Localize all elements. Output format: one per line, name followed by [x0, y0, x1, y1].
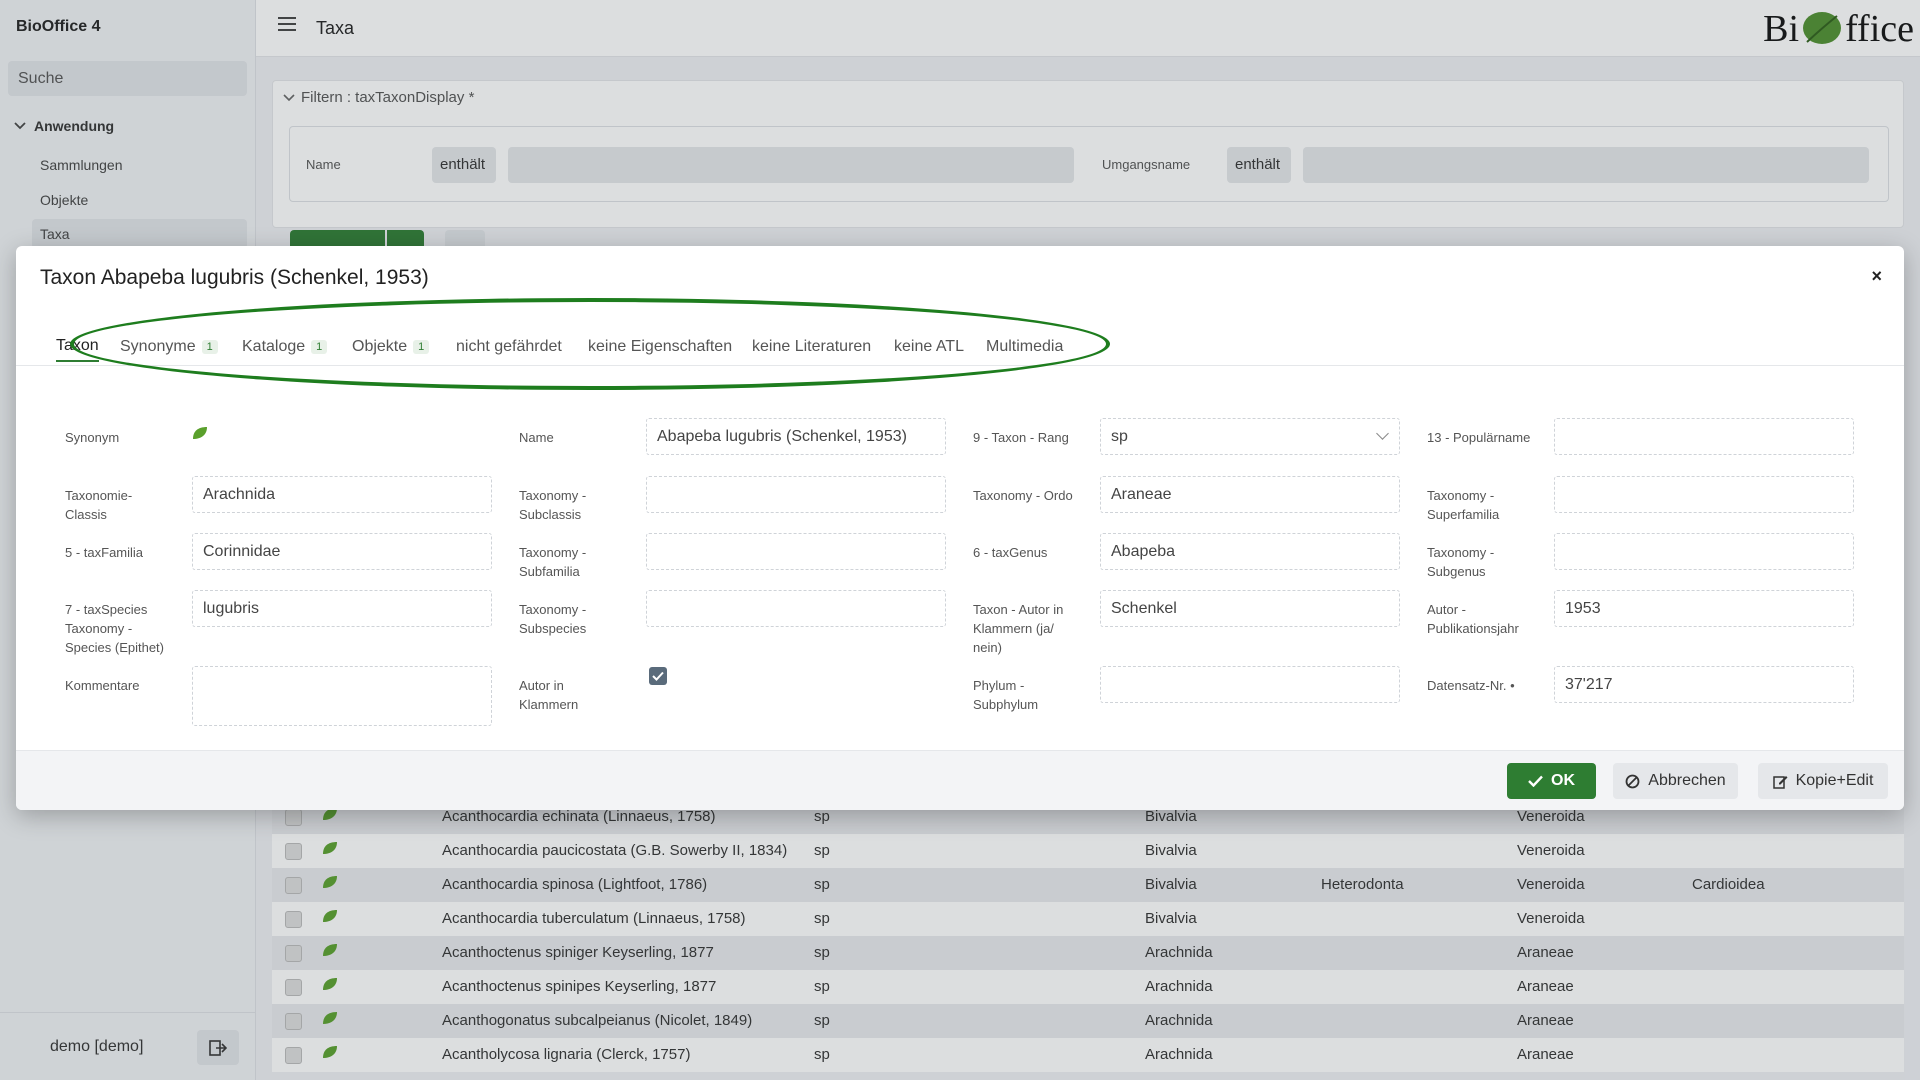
ok-button[interactable]: OK	[1507, 763, 1596, 799]
autor-field[interactable]: Schenkel	[1100, 590, 1400, 627]
name-field[interactable]: Abapeba lugubris (Schenkel, 1953)	[646, 418, 946, 455]
superfamilia-field[interactable]	[1554, 476, 1854, 513]
label-datensatz: Datensatz-Nr. •	[1427, 678, 1515, 693]
label-classis: Taxonomie-Classis	[65, 488, 133, 522]
rang-select[interactable]: sp	[1100, 418, 1400, 455]
subphylum-field[interactable]	[1100, 666, 1400, 703]
label-rang: 9 - Taxon - Rang	[973, 430, 1069, 445]
cancel-button[interactable]: Abbrechen	[1613, 763, 1738, 799]
ordo-field[interactable]: Araneae	[1100, 476, 1400, 513]
check-icon	[652, 671, 664, 681]
publikationsjahr-field[interactable]: 1953	[1554, 590, 1854, 627]
check-icon	[1528, 775, 1543, 787]
kommentare-field[interactable]	[192, 666, 492, 726]
edit-icon	[1772, 775, 1788, 789]
familia-field[interactable]: Corinnidae	[192, 533, 492, 570]
popularname-field[interactable]	[1554, 418, 1854, 455]
leaf-icon	[193, 427, 207, 439]
copy-edit-button[interactable]: Kopie+Edit	[1758, 763, 1888, 799]
label-familia: 5 - taxFamilia	[65, 545, 144, 560]
subclassis-field[interactable]	[646, 476, 946, 513]
subfamilia-field[interactable]	[646, 533, 946, 570]
label-subclassis: Taxonomy - Subclassis	[519, 488, 587, 522]
classis-field[interactable]: Arachnida	[192, 476, 492, 513]
annotation-ellipse	[70, 298, 1110, 390]
autor-in-klammern-checkbox[interactable]	[649, 667, 667, 685]
chevron-down-icon	[1376, 427, 1389, 440]
label-subgenus: Taxonomy - Subgenus	[1427, 545, 1495, 579]
label-genus: 6 - taxGenus	[973, 545, 1048, 560]
subspecies-field[interactable]	[646, 590, 946, 627]
label-name: Name	[519, 430, 554, 445]
label-subphylum: Phylum - Subphylum	[973, 678, 1039, 712]
label-superfamilia: Taxonomy - Superfamilia	[1427, 488, 1500, 522]
genus-field[interactable]: Abapeba	[1100, 533, 1400, 570]
datensatz-field[interactable]: 37'217	[1554, 666, 1854, 703]
label-subfamilia: Taxonomy - Subfamilia	[519, 545, 587, 579]
label-popularname: 13 - Populärname	[1427, 430, 1531, 445]
label-publikationsjahr: Autor - Publikationsjahr	[1427, 602, 1519, 636]
label-ordo: Taxonomy - Ordo	[973, 488, 1073, 503]
label-species: 7 - taxSpecies Taxonomy - Species (Epith…	[65, 602, 164, 655]
label-kommentare: Kommentare	[65, 678, 140, 693]
label-autor-in-klammern: Autor in Klammern	[519, 678, 579, 712]
label-subspecies: Taxonomy - Subspecies	[519, 602, 587, 636]
dialog-footer: OK Abbrechen Kopie+Edit	[16, 750, 1904, 810]
label-synonym: Synonym	[65, 430, 120, 445]
species-field[interactable]: lugubris	[192, 590, 492, 627]
subgenus-field[interactable]	[1554, 533, 1854, 570]
dialog-title: Taxon Abapeba lugubris (Schenkel, 1953)	[40, 266, 429, 289]
ban-icon	[1625, 774, 1640, 788]
close-icon[interactable]: ×	[1871, 266, 1882, 287]
label-autor-klammern: Taxon - Autor in Klammern (ja/ nein)	[973, 602, 1064, 655]
